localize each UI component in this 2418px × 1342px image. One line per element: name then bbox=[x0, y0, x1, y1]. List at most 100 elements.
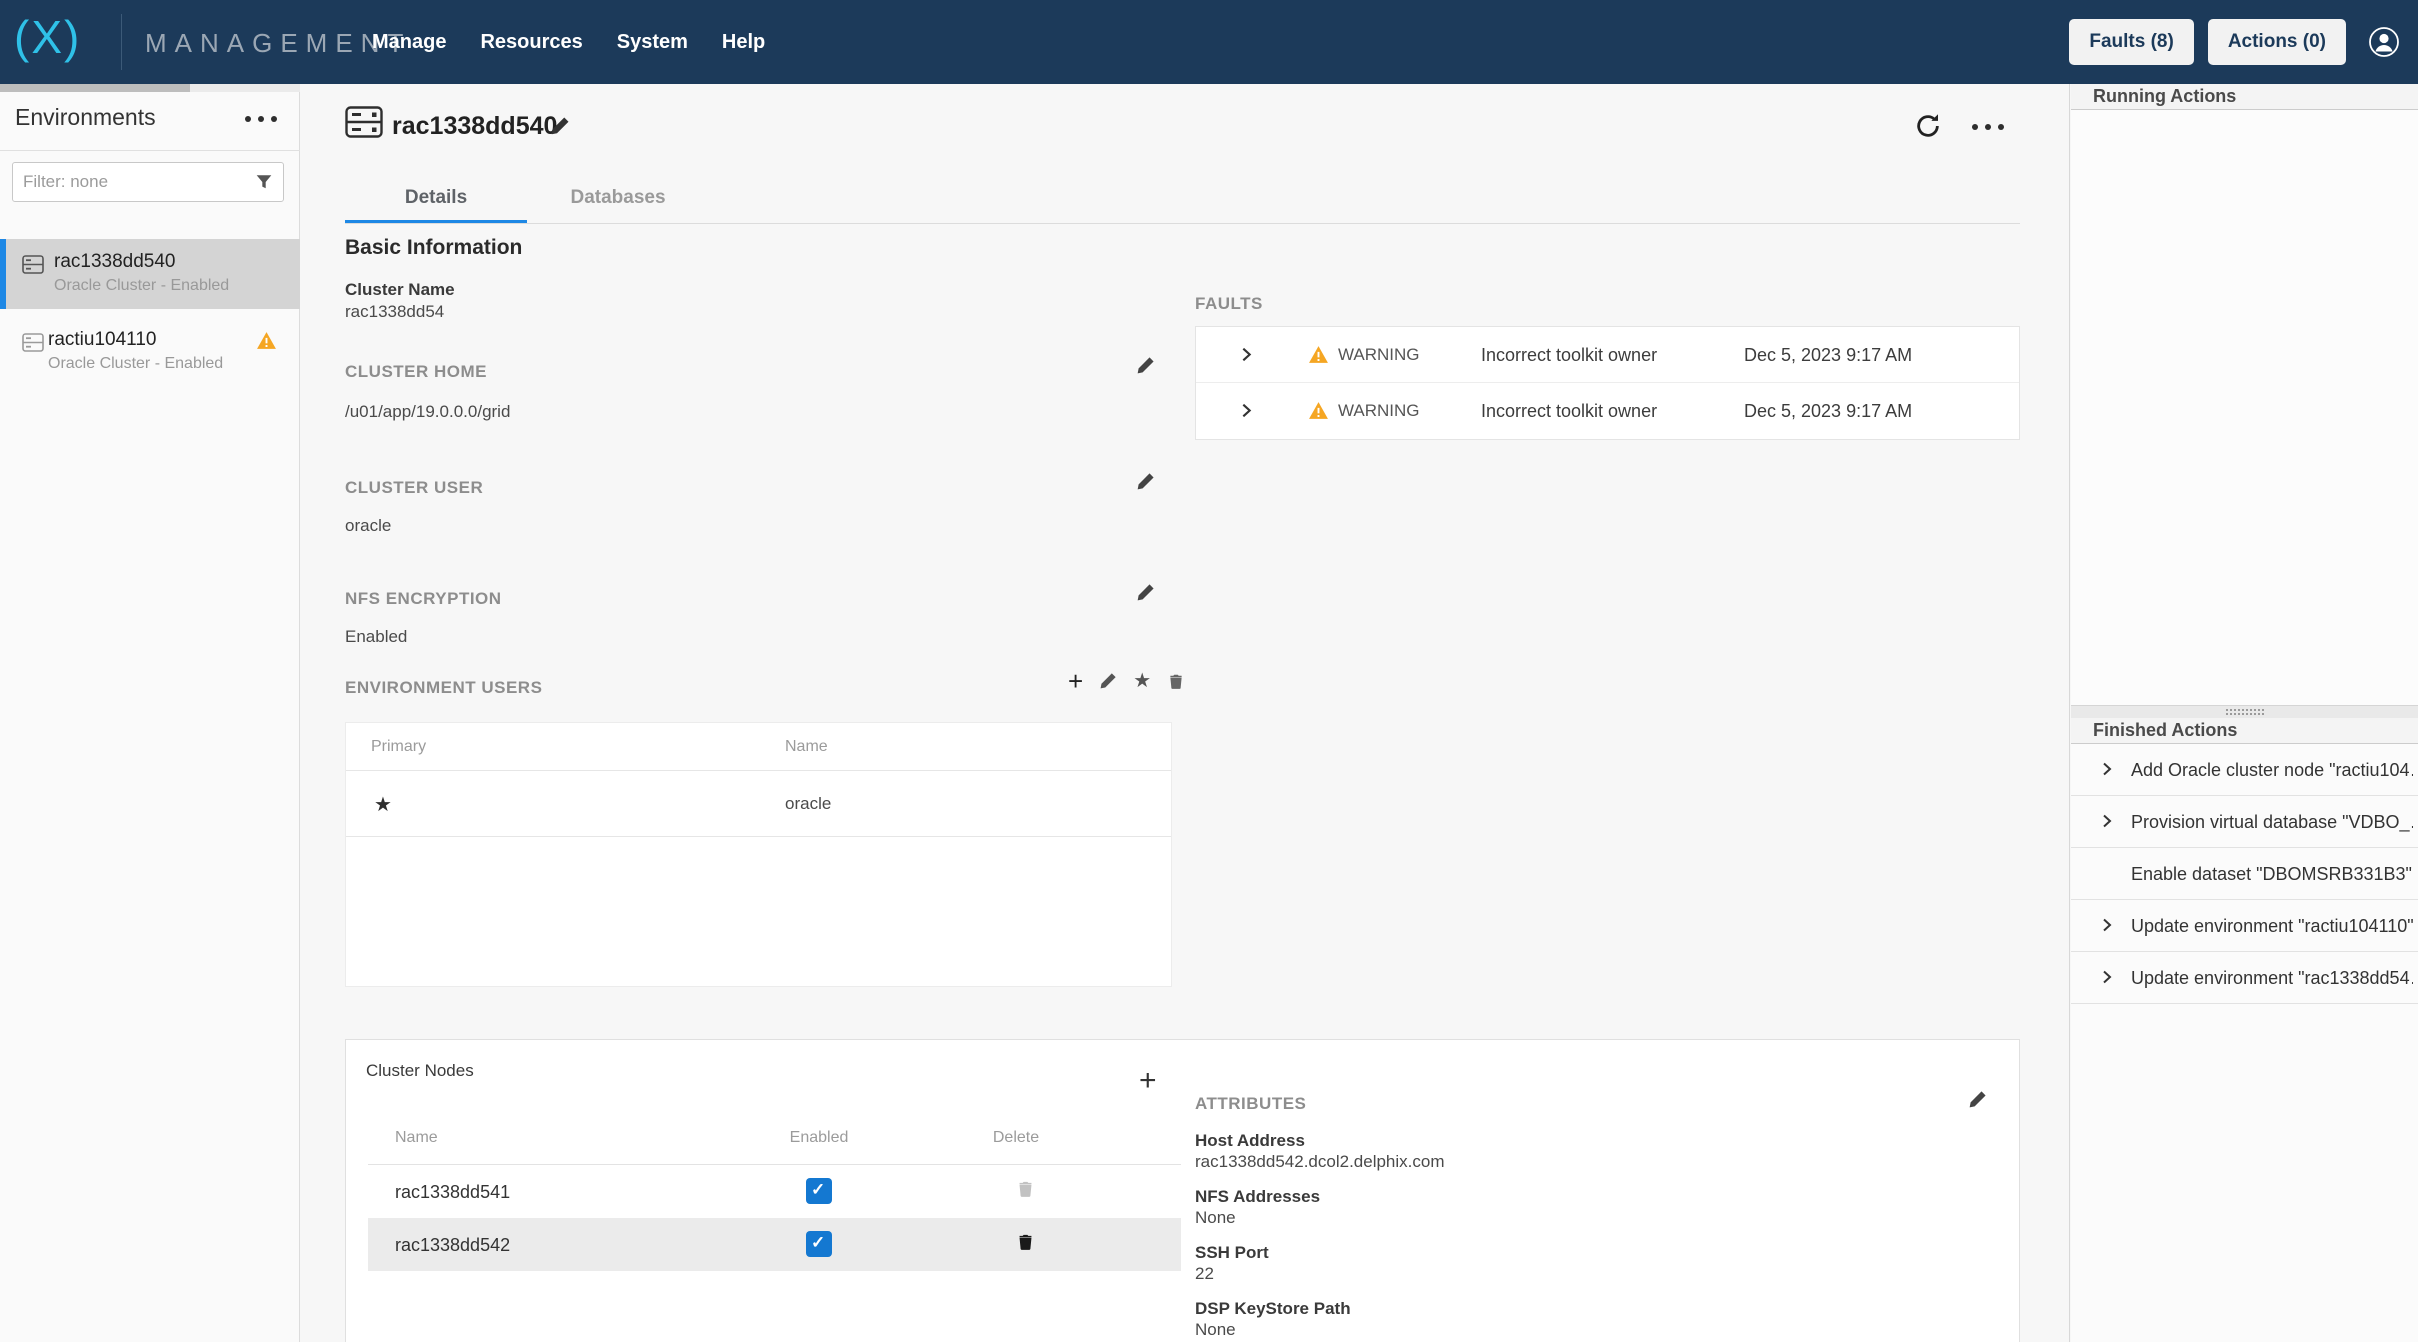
finished-action-text: Add Oracle cluster node "ractiu104… bbox=[2131, 760, 2413, 781]
top-nav: (X) MANAGEMENT Manage Resources System H… bbox=[0, 0, 2418, 84]
delphix-logo-icon[interactable]: (X) bbox=[14, 10, 81, 64]
environment-users-table: Primary Name ★ oracle bbox=[345, 722, 1172, 987]
faults-label: FAULTS bbox=[1195, 294, 1263, 314]
nfs-encryption-label: NFS ENCRYPTION bbox=[345, 589, 502, 609]
filter-box bbox=[12, 162, 284, 202]
column-name: Name bbox=[395, 1129, 438, 1147]
page-title: rac1338dd540 bbox=[392, 112, 557, 141]
fault-date: Dec 5, 2023 9:17 AM bbox=[1744, 345, 1912, 366]
finished-action-row[interactable]: Enable dataset "DBOMSRB331B3". bbox=[2071, 848, 2418, 900]
faults-button[interactable]: Faults (8) bbox=[2069, 19, 2193, 65]
primary-star-icon: ★ bbox=[374, 792, 392, 817]
attribute-field: NFS Addresses None bbox=[1195, 1186, 1445, 1228]
expand-chevron-icon[interactable] bbox=[2099, 761, 2115, 777]
tab-rule bbox=[345, 223, 2020, 224]
attributes-edit-icon[interactable] bbox=[1968, 1090, 1987, 1109]
tab-databases[interactable]: Databases bbox=[527, 177, 709, 224]
nav-item-help[interactable]: Help bbox=[722, 31, 765, 54]
delete-user-trash-icon[interactable] bbox=[1167, 672, 1185, 690]
environment-subtitle: Oracle Cluster - Enabled bbox=[48, 355, 223, 373]
fault-row[interactable]: WARNING Incorrect toolkit owner Dec 5, 2… bbox=[1196, 383, 2019, 439]
add-user-icon[interactable]: + bbox=[1068, 670, 1083, 692]
filter-input[interactable] bbox=[23, 172, 255, 192]
nav-menu: Manage Resources System Help bbox=[372, 0, 765, 84]
column-enabled: Enabled bbox=[783, 1129, 855, 1147]
attribute-label: NFS Addresses bbox=[1195, 1186, 1445, 1207]
environment-name: rac1338dd540 bbox=[54, 251, 176, 273]
attribute-value: None bbox=[1195, 1319, 1445, 1340]
finished-action-row[interactable]: Add Oracle cluster node "ractiu104… bbox=[2071, 744, 2418, 796]
tab-bar: Details Databases bbox=[345, 177, 709, 224]
finished-actions-header: Finished Actions bbox=[2071, 718, 2418, 744]
sidebar-item-ractiu104110[interactable]: ractiu104110 Oracle Cluster - Enabled bbox=[0, 317, 300, 387]
nav-right: Faults (8) Actions (0) bbox=[2069, 0, 2400, 84]
app-root: (X) MANAGEMENT Manage Resources System H… bbox=[0, 0, 2418, 1342]
nav-item-resources[interactable]: Resources bbox=[480, 31, 582, 54]
server-icon bbox=[22, 333, 44, 352]
expand-chevron-icon[interactable] bbox=[1238, 346, 1255, 363]
sidebar-scrollbar-thumb[interactable] bbox=[0, 84, 190, 92]
enabled-checkbox[interactable] bbox=[806, 1178, 832, 1204]
table-row[interactable]: rac1338dd541 bbox=[368, 1165, 1181, 1218]
environments-sidebar: Environments rac1338dd540 Oracle Cluster… bbox=[0, 84, 300, 1342]
panel-splitter[interactable] bbox=[2071, 705, 2418, 718]
cluster-name-label: Cluster Name bbox=[345, 280, 455, 300]
actions-button[interactable]: Actions (0) bbox=[2208, 19, 2346, 65]
expand-chevron-icon[interactable] bbox=[2099, 917, 2115, 933]
add-cluster-node-icon[interactable]: + bbox=[1139, 1064, 1157, 1098]
expand-chevron-icon[interactable] bbox=[2099, 969, 2115, 985]
environment-users-actions: + ★ bbox=[1068, 670, 1185, 692]
finished-action-row[interactable]: Update environment "rac1338dd54… bbox=[2071, 952, 2418, 1004]
fault-severity: WARNING bbox=[1338, 401, 1420, 421]
page-menu-icon[interactable] bbox=[1972, 124, 2004, 130]
cluster-home-label: CLUSTER HOME bbox=[345, 362, 487, 382]
table-row[interactable]: rac1338dd542 bbox=[368, 1218, 1181, 1271]
nav-item-manage[interactable]: Manage bbox=[372, 31, 446, 54]
running-actions-header: Running Actions bbox=[2071, 84, 2418, 110]
user-avatar-icon[interactable] bbox=[2368, 26, 2400, 58]
cluster-user-label: CLUSTER USER bbox=[345, 478, 483, 498]
finished-action-row[interactable]: Update environment "ractiu104110". bbox=[2071, 900, 2418, 952]
enabled-checkbox[interactable] bbox=[806, 1231, 832, 1257]
warning-icon bbox=[1308, 401, 1329, 420]
finished-action-row[interactable]: Provision virtual database "VDBO_… bbox=[2071, 796, 2418, 848]
actions-panel: Running Actions Finished Actions Add Ora… bbox=[2071, 84, 2418, 1342]
fault-severity: WARNING bbox=[1338, 345, 1420, 365]
sidebar-horizontal-scrollbar[interactable] bbox=[0, 84, 300, 92]
set-primary-star-icon[interactable]: ★ bbox=[1133, 670, 1151, 692]
cluster-home-value: /u01/app/19.0.0.0/grid bbox=[345, 402, 510, 422]
expand-chevron-icon[interactable] bbox=[1238, 402, 1255, 419]
sidebar-item-rac1338dd540[interactable]: rac1338dd540 Oracle Cluster - Enabled bbox=[0, 239, 300, 309]
sidebar-menu-icon[interactable] bbox=[245, 116, 277, 122]
sidebar-title: Environments bbox=[15, 104, 156, 131]
nav-item-system[interactable]: System bbox=[617, 31, 688, 54]
nfs-encryption-value: Enabled bbox=[345, 627, 407, 647]
attribute-value: 22 bbox=[1195, 1263, 1445, 1284]
fault-title: Incorrect toolkit owner bbox=[1481, 345, 1657, 366]
column-primary: Primary bbox=[371, 738, 426, 756]
server-icon bbox=[22, 255, 44, 274]
tab-details[interactable]: Details bbox=[345, 177, 527, 224]
nfs-encryption-edit-icon[interactable] bbox=[1136, 583, 1155, 602]
edit-user-icon[interactable] bbox=[1099, 672, 1117, 690]
refresh-icon[interactable] bbox=[1912, 110, 1944, 142]
filter-icon[interactable] bbox=[255, 173, 273, 191]
column-delete: Delete bbox=[980, 1129, 1052, 1147]
fault-row[interactable]: WARNING Incorrect toolkit owner Dec 5, 2… bbox=[1196, 327, 2019, 383]
fault-date: Dec 5, 2023 9:17 AM bbox=[1744, 401, 1912, 422]
attribute-field: DSP KeyStore Path None bbox=[1195, 1298, 1445, 1340]
rename-pencil-icon[interactable] bbox=[550, 116, 570, 136]
splitter-drag-handle-icon[interactable] bbox=[2226, 709, 2264, 717]
cluster-user-value: oracle bbox=[345, 516, 391, 536]
attribute-label: Host Address bbox=[1195, 1130, 1445, 1151]
cluster-home-edit-icon[interactable] bbox=[1136, 356, 1155, 375]
attribute-label: DSP KeyStore Path bbox=[1195, 1298, 1445, 1319]
warning-icon bbox=[256, 331, 277, 350]
node-name-cell: rac1338dd541 bbox=[395, 1182, 510, 1203]
expand-chevron-icon[interactable] bbox=[2099, 813, 2115, 829]
delete-node-trash-icon[interactable] bbox=[1016, 1179, 1035, 1198]
cluster-user-edit-icon[interactable] bbox=[1136, 472, 1155, 491]
table-row[interactable]: ★ oracle bbox=[346, 772, 1171, 837]
warning-icon bbox=[1308, 345, 1329, 364]
delete-node-trash-icon[interactable] bbox=[1016, 1232, 1035, 1251]
